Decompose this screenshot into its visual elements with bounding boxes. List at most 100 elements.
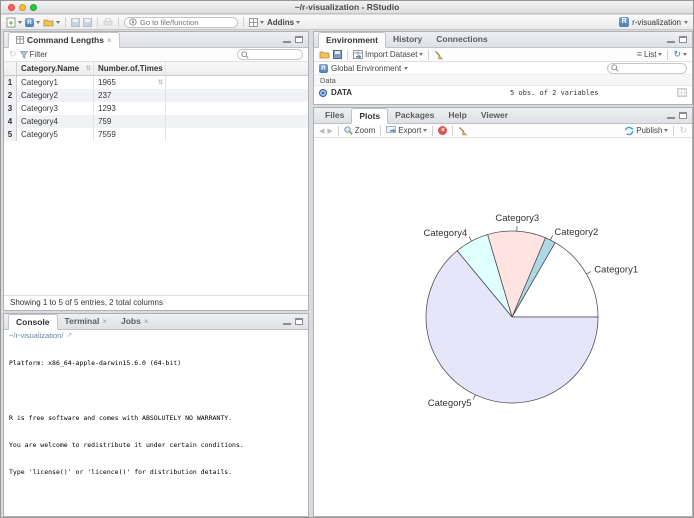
next-plot-icon[interactable]: ▶ xyxy=(327,127,332,135)
open-file-button[interactable] xyxy=(43,18,60,27)
minimize-panel-icon[interactable] xyxy=(283,36,291,43)
console-line: You are welcome to redistribute it under… xyxy=(9,441,244,450)
tab-environment[interactable]: Environment xyxy=(318,32,386,48)
maximize-panel-icon[interactable] xyxy=(295,318,303,325)
maximize-panel-icon[interactable] xyxy=(295,36,303,43)
previous-plot-icon[interactable]: ◀ xyxy=(319,127,324,135)
save-button[interactable] xyxy=(71,17,80,27)
scope-selector[interactable]: Global Environment xyxy=(331,64,401,73)
refresh-environment-button[interactable]: ↻ xyxy=(673,50,687,59)
tab-packages[interactable]: Packages xyxy=(388,108,441,123)
close-window-button[interactable] xyxy=(8,4,15,11)
tab-connections[interactable]: Connections xyxy=(429,32,494,47)
toolbar-separator xyxy=(428,49,430,60)
new-file-button[interactable]: + xyxy=(6,17,22,28)
zoom-window-button[interactable] xyxy=(30,4,37,11)
export-plot-button[interactable]: Export xyxy=(386,126,428,135)
export-icon xyxy=(386,126,397,133)
open-directory-icon[interactable]: ↗ xyxy=(66,330,72,341)
maximize-panel-icon[interactable] xyxy=(679,112,687,119)
object-name: DATA xyxy=(331,88,353,97)
broom-icon xyxy=(459,126,468,135)
working-directory-path: ~/r-visualization/ xyxy=(9,331,64,340)
close-icon[interactable]: × xyxy=(144,314,149,329)
maximize-panel-icon[interactable] xyxy=(679,36,687,43)
open-folder-icon xyxy=(319,51,330,59)
tab-help[interactable]: Help xyxy=(441,108,473,123)
table-search-box[interactable] xyxy=(237,49,303,60)
table-row[interactable]: 2 Category2 237 xyxy=(4,89,308,102)
cell-category-name: Category1 xyxy=(17,76,94,89)
list-icon: ≡ xyxy=(636,49,642,59)
refresh-icon[interactable]: ↻ xyxy=(9,50,17,59)
addins-button[interactable]: Addins xyxy=(267,17,301,27)
minimize-panel-icon[interactable] xyxy=(667,112,675,119)
tab-command-lengths[interactable]: Command Lengths × xyxy=(8,32,120,48)
console-output[interactable]: Platform: x86_64-apple-darwin15.6.0 (64-… xyxy=(4,341,308,517)
chevron-down-icon xyxy=(260,20,264,24)
tab-history[interactable]: History xyxy=(386,32,429,47)
svg-text:+: + xyxy=(9,18,14,27)
cell-number-of-times: 759 xyxy=(94,115,166,128)
clear-objects-button[interactable] xyxy=(434,50,444,60)
column-header-number-of-times[interactable]: Number.of.Times ⇅ xyxy=(94,62,166,86)
environment-object-row[interactable]: DATA 5 obs. of 2 variables xyxy=(314,86,692,99)
object-description: 5 obs. of 2 variables xyxy=(510,88,599,97)
goto-file-box[interactable] xyxy=(124,16,238,28)
refresh-icon: ↻ xyxy=(673,49,681,59)
toolbar-separator xyxy=(452,125,454,136)
close-icon[interactable]: × xyxy=(102,314,107,329)
save-workspace-button[interactable] xyxy=(333,50,342,59)
tab-console[interactable]: Console xyxy=(8,314,58,330)
export-label: Export xyxy=(398,126,422,135)
filter-button[interactable]: Filter xyxy=(19,50,47,59)
addins-label: Addins xyxy=(267,17,295,27)
import-dataset-label: Import Dataset xyxy=(365,50,418,59)
goto-file-input[interactable] xyxy=(140,17,230,27)
import-dataset-button[interactable]: Import Dataset xyxy=(353,50,424,59)
publish-button[interactable]: Publish xyxy=(624,126,669,136)
refresh-icon[interactable]: ↻ xyxy=(679,126,687,135)
tab-terminal[interactable]: Terminal × xyxy=(58,314,114,329)
column-header-category-name[interactable]: Category.Name ⇅ xyxy=(17,62,94,75)
chevron-down-icon xyxy=(404,66,409,70)
clear-all-plots-button[interactable] xyxy=(458,126,468,136)
row-number-header[interactable] xyxy=(4,62,17,75)
environment-toolbar: Import Dataset ≡ List ↻ xyxy=(314,48,692,62)
tab-files[interactable]: Files xyxy=(318,108,351,123)
data-viewer-toolbar: ↻ Filter xyxy=(4,48,308,62)
tab-plots[interactable]: Plots xyxy=(351,108,389,124)
close-icon[interactable]: × xyxy=(107,33,112,48)
tab-jobs[interactable]: Jobs × xyxy=(114,314,156,329)
row-number: 4 xyxy=(4,115,17,128)
environment-search-box[interactable] xyxy=(607,62,687,74)
cell-category-name: Category3 xyxy=(17,102,94,115)
load-workspace-button[interactable] xyxy=(319,50,330,59)
zoom-plot-button[interactable]: Zoom xyxy=(344,126,375,135)
minimize-panel-icon[interactable] xyxy=(667,36,675,43)
new-project-button[interactable]: R xyxy=(25,17,40,27)
panel-layout-button[interactable] xyxy=(249,17,264,27)
table-row[interactable]: 5 Category5 7559 xyxy=(4,128,308,141)
sort-icon[interactable]: ⇅ xyxy=(86,62,91,76)
table-row[interactable]: 1 Category1 1965 xyxy=(4,76,308,89)
pie-label: Category4 xyxy=(423,228,467,239)
publish-label: Publish xyxy=(636,126,663,135)
table-row[interactable]: 4 Category4 759 xyxy=(4,115,308,128)
environment-scope-row: R Global Environment xyxy=(314,62,692,75)
save-all-button[interactable] xyxy=(83,17,92,27)
r-project-icon: R xyxy=(619,17,630,27)
list-view-button[interactable]: ≡ List xyxy=(637,50,663,59)
environment-panel: Environment History Connections Import D… xyxy=(313,31,693,105)
table-row[interactable]: 3 Category3 1293 xyxy=(4,102,308,115)
tab-viewer[interactable]: Viewer xyxy=(474,108,515,123)
plot-canvas: Category1 Category2 Category3 Category4 Cate… xyxy=(314,139,692,516)
view-data-icon[interactable] xyxy=(677,88,687,97)
print-button[interactable] xyxy=(103,17,113,27)
project-menu-button[interactable]: R r-visualization xyxy=(619,17,688,27)
minimize-panel-icon[interactable] xyxy=(283,318,291,325)
chevron-down-icon xyxy=(18,20,22,24)
remove-plot-icon[interactable]: × xyxy=(438,126,448,135)
minimize-window-button[interactable] xyxy=(19,4,26,11)
window-title: ~/r-visualization - RStudio xyxy=(294,2,400,12)
